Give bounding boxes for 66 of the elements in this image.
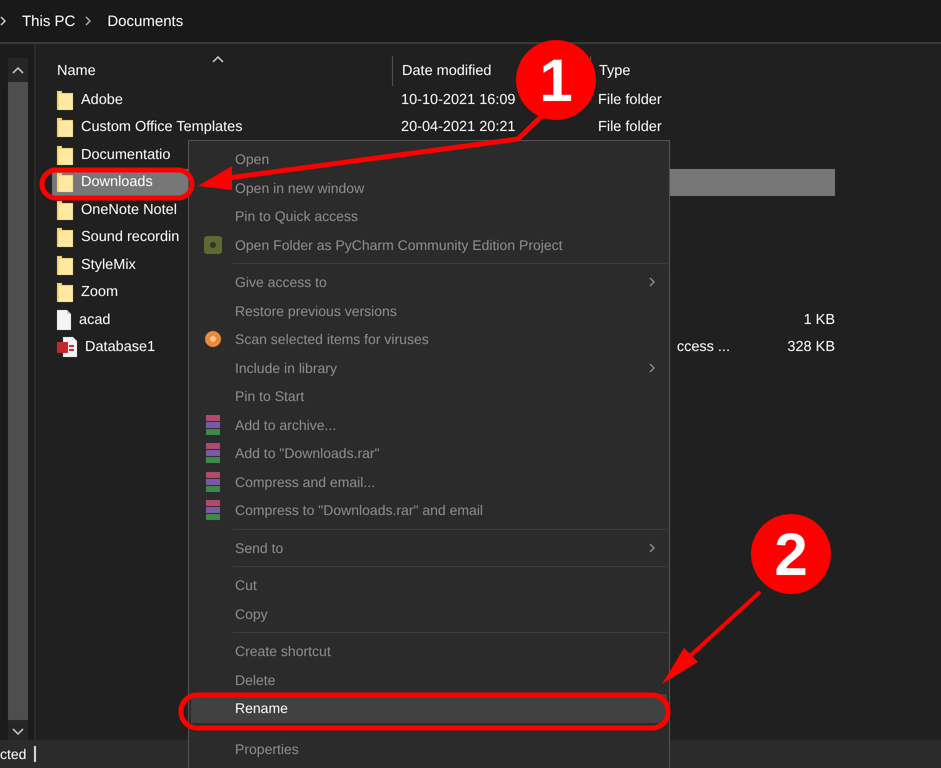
file-name: StyleMix [81,256,136,273]
menu-item[interactable]: Compress to "Downloads.rar" and email [191,496,667,524]
menu-item[interactable]: Pin to Start [191,382,667,410]
file-size: 1 KB [804,312,835,328]
file-type: File folder [598,92,662,108]
file-type: File folder [598,119,662,136]
date-modified: 20-04-2021 20:21 [401,119,516,136]
breadcrumb-item[interactable]: Documents [107,12,184,30]
file-name: OneNote Notel [81,202,177,218]
folder-icon [57,90,73,110]
file-type: ccess ... [676,339,730,356]
menu-item[interactable]: Pin to Quick access [191,202,667,230]
sort-up-icon [212,56,224,63]
folder-icon [57,144,73,165]
menu-item[interactable]: Compress and email... [191,468,667,496]
folder-icon [57,200,73,220]
chevron-icon [85,16,92,26]
database-file-icon [57,337,77,358]
file-name: Sound recordin [81,229,180,246]
file-name: Adobe [81,92,123,108]
menu-item[interactable]: Restore previous versions [191,296,667,325]
menu-item[interactable]: Add to "Downloads.rar" [191,439,667,468]
menu-item[interactable]: Create shortcut [191,637,667,666]
column-header[interactable]: Type [599,63,630,79]
menu-item[interactable]: Open in new window [191,174,667,202]
scan-icon [204,330,222,348]
menu-item[interactable]: Delete [191,666,667,694]
folder-icon [57,172,73,192]
menu-item[interactable]: Open [191,145,667,174]
menu-item[interactable]: Send to [191,534,667,562]
menu-item[interactable]: Give access to [191,268,667,296]
archive-icon [204,500,222,520]
folder-icon [57,227,73,248]
breadcrumb-item[interactable]: This PC [22,12,76,30]
scrollbar-thumb[interactable] [8,82,28,720]
step-number: 1 [516,40,596,120]
scroll-down-icon[interactable] [12,728,24,736]
file-name: Documentatio [81,146,170,163]
app-icon [204,236,222,254]
archive-icon [204,414,222,435]
menu-item[interactable]: Include in library [191,354,667,382]
menu-item[interactable]: Add to archive... [191,410,667,439]
menu-item[interactable]: Properties [191,734,667,763]
folder-icon [57,117,73,138]
file-name: Downloads [81,174,153,190]
scroll-up-icon[interactable] [12,66,24,74]
menu-item[interactable]: Scan selected items for viruses [191,325,667,354]
menu-item[interactable]: Cut [191,571,667,600]
folder-icon [57,282,73,302]
date-modified: 10-10-2021 16:09 [401,92,516,108]
column-header[interactable]: Name [57,63,96,79]
file-name: Zoom [81,284,118,300]
file-size: 328 KB [787,339,835,356]
menu-item[interactable]: Open Folder as PyCharm Community Edition Project [191,230,667,259]
archive-icon [204,443,222,464]
step-number: 2 [751,514,831,594]
chevron-icon [0,16,6,26]
archive-icon [204,472,222,492]
document-icon [57,310,71,330]
status-text: cted [0,746,26,762]
file-name: Database1 [85,339,156,356]
file-name: acad [79,312,110,328]
file-name: Custom Office Templates [81,119,242,136]
menu-item[interactable]: Copy [191,600,667,628]
column-header[interactable]: Date modified [402,63,492,79]
folder-icon [57,254,73,275]
